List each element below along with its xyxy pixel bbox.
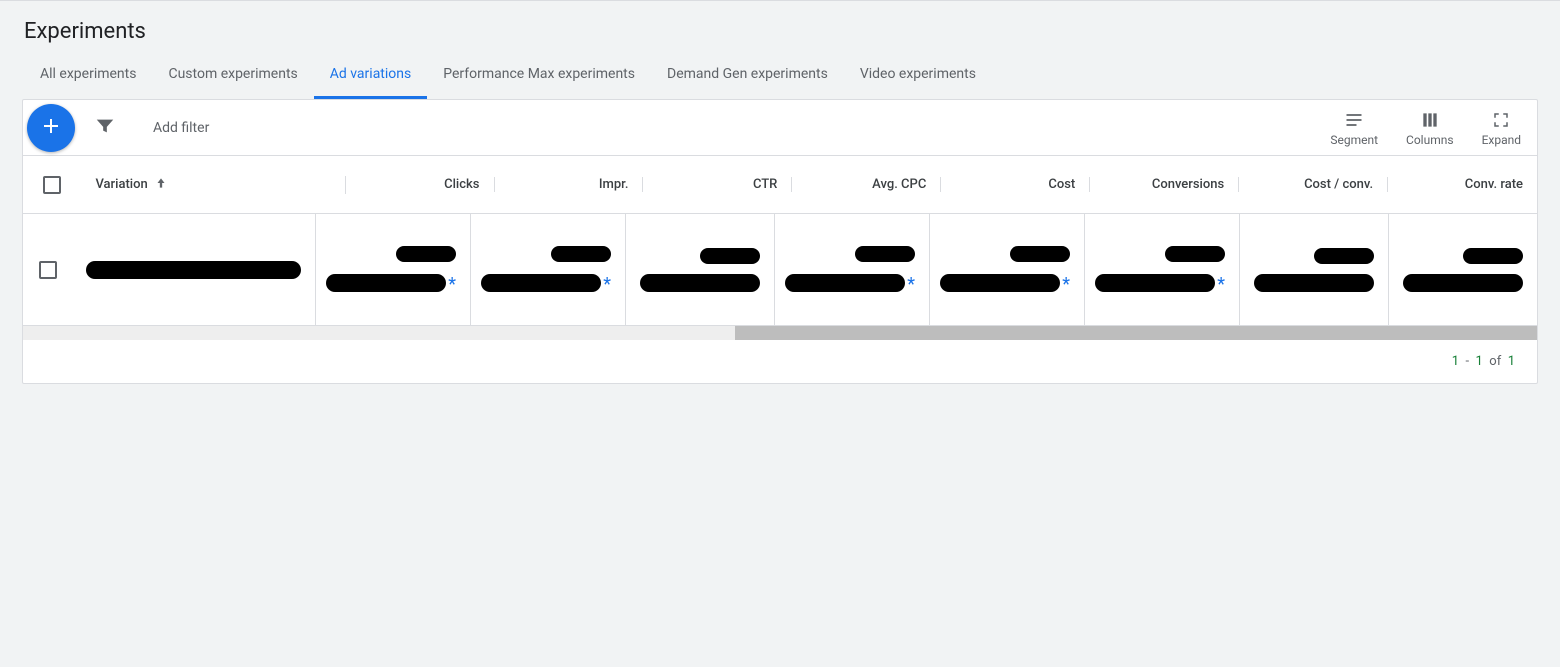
tab-demand-gen-experiments[interactable]: Demand Gen experiments bbox=[651, 52, 844, 99]
redacted-value bbox=[940, 274, 1060, 292]
redacted-value bbox=[640, 274, 760, 292]
tab-custom-experiments[interactable]: Custom experiments bbox=[152, 52, 313, 99]
pagination-total: 1 bbox=[1508, 354, 1515, 369]
redacted-value bbox=[481, 274, 601, 292]
redacted-value bbox=[1010, 246, 1070, 262]
column-header-clicks[interactable]: Clicks bbox=[346, 177, 495, 192]
horizontal-scrollbar-thumb[interactable] bbox=[735, 326, 1537, 340]
significance-asterisk: * bbox=[603, 274, 611, 295]
significance-asterisk: * bbox=[1217, 274, 1225, 295]
select-all-cell bbox=[23, 176, 81, 194]
redacted-value bbox=[700, 248, 760, 264]
add-button[interactable] bbox=[27, 104, 75, 152]
expand-icon bbox=[1492, 109, 1510, 131]
tab-all-experiments[interactable]: All experiments bbox=[24, 52, 152, 99]
column-header-variation[interactable]: Variation bbox=[81, 176, 345, 194]
table-row[interactable]: * * bbox=[23, 214, 1537, 326]
tab-video-experiments[interactable]: Video experiments bbox=[844, 52, 992, 99]
redacted-value bbox=[1463, 248, 1523, 264]
significance-asterisk: * bbox=[1062, 274, 1070, 295]
variations-table: Variation Clicks Impr. CTR Avg. CPC Cost… bbox=[23, 156, 1537, 383]
column-header-conv-rate[interactable]: Conv. rate bbox=[1388, 177, 1537, 192]
redacted-value bbox=[1314, 248, 1374, 264]
redacted-value bbox=[326, 274, 446, 292]
cell-ctr bbox=[626, 214, 775, 325]
toolbar: Add filter Segment Columns Expand bbox=[23, 100, 1537, 156]
cell-impr: * bbox=[471, 214, 626, 325]
redacted-value bbox=[1403, 274, 1523, 292]
tab-ad-variations[interactable]: Ad variations bbox=[314, 52, 427, 99]
expand-label: Expand bbox=[1482, 133, 1521, 147]
column-header-impr[interactable]: Impr. bbox=[495, 177, 644, 192]
columns-label: Columns bbox=[1406, 133, 1454, 147]
pagination-of-label: of bbox=[1489, 354, 1501, 369]
row-select-checkbox[interactable] bbox=[39, 261, 57, 279]
cell-clicks: * bbox=[316, 214, 471, 325]
significance-asterisk: * bbox=[448, 274, 456, 295]
redacted-value bbox=[1254, 274, 1374, 292]
filter-button[interactable] bbox=[93, 116, 117, 140]
redacted-value bbox=[1095, 274, 1215, 292]
page-title: Experiments bbox=[0, 1, 1560, 52]
redacted-value bbox=[1165, 246, 1225, 262]
column-header-ctr[interactable]: CTR bbox=[643, 177, 792, 192]
segment-icon bbox=[1344, 109, 1364, 131]
pagination-end: 1 bbox=[1476, 354, 1483, 369]
redacted-value bbox=[855, 246, 915, 262]
cell-avg-cpc: * bbox=[775, 214, 930, 325]
column-header-avg-cpc[interactable]: Avg. CPC bbox=[792, 177, 941, 192]
table-header-row: Variation Clicks Impr. CTR Avg. CPC Cost… bbox=[23, 156, 1537, 214]
plus-icon bbox=[39, 114, 63, 142]
redacted-value bbox=[785, 274, 905, 292]
cell-conversions: * bbox=[1085, 214, 1240, 325]
add-filter-button[interactable]: Add filter bbox=[153, 120, 209, 136]
segment-button[interactable]: Segment bbox=[1330, 109, 1378, 147]
column-header-cost[interactable]: Cost bbox=[941, 177, 1090, 192]
column-header-cost-conv[interactable]: Cost / conv. bbox=[1239, 177, 1388, 192]
cell-variation bbox=[72, 214, 316, 325]
cell-cost: * bbox=[930, 214, 1085, 325]
segment-label: Segment bbox=[1330, 133, 1378, 147]
tab-performance-max-experiments[interactable]: Performance Max experiments bbox=[427, 52, 651, 99]
redacted-variation-name bbox=[86, 261, 301, 279]
sort-ascending-icon bbox=[154, 176, 168, 194]
cell-cost-conv bbox=[1240, 214, 1389, 325]
columns-icon bbox=[1420, 109, 1440, 131]
experiments-panel: Add filter Segment Columns Expand bbox=[22, 99, 1538, 384]
select-all-checkbox[interactable] bbox=[43, 176, 61, 194]
redacted-value bbox=[396, 246, 456, 262]
redacted-value bbox=[551, 246, 611, 262]
filter-icon bbox=[94, 115, 116, 141]
row-select-cell bbox=[23, 214, 72, 325]
tabs: All experiments Custom experiments Ad va… bbox=[0, 52, 1560, 99]
cell-conv-rate bbox=[1389, 214, 1537, 325]
pagination-start: 1 bbox=[1452, 354, 1459, 369]
columns-button[interactable]: Columns bbox=[1406, 109, 1454, 147]
expand-button[interactable]: Expand bbox=[1482, 109, 1521, 147]
horizontal-scrollbar[interactable] bbox=[23, 326, 1537, 340]
significance-asterisk: * bbox=[907, 274, 915, 295]
column-header-variation-label: Variation bbox=[95, 177, 147, 192]
pagination-footer: 1 - 1 of 1 bbox=[23, 340, 1537, 383]
column-header-conversions[interactable]: Conversions bbox=[1090, 177, 1239, 192]
